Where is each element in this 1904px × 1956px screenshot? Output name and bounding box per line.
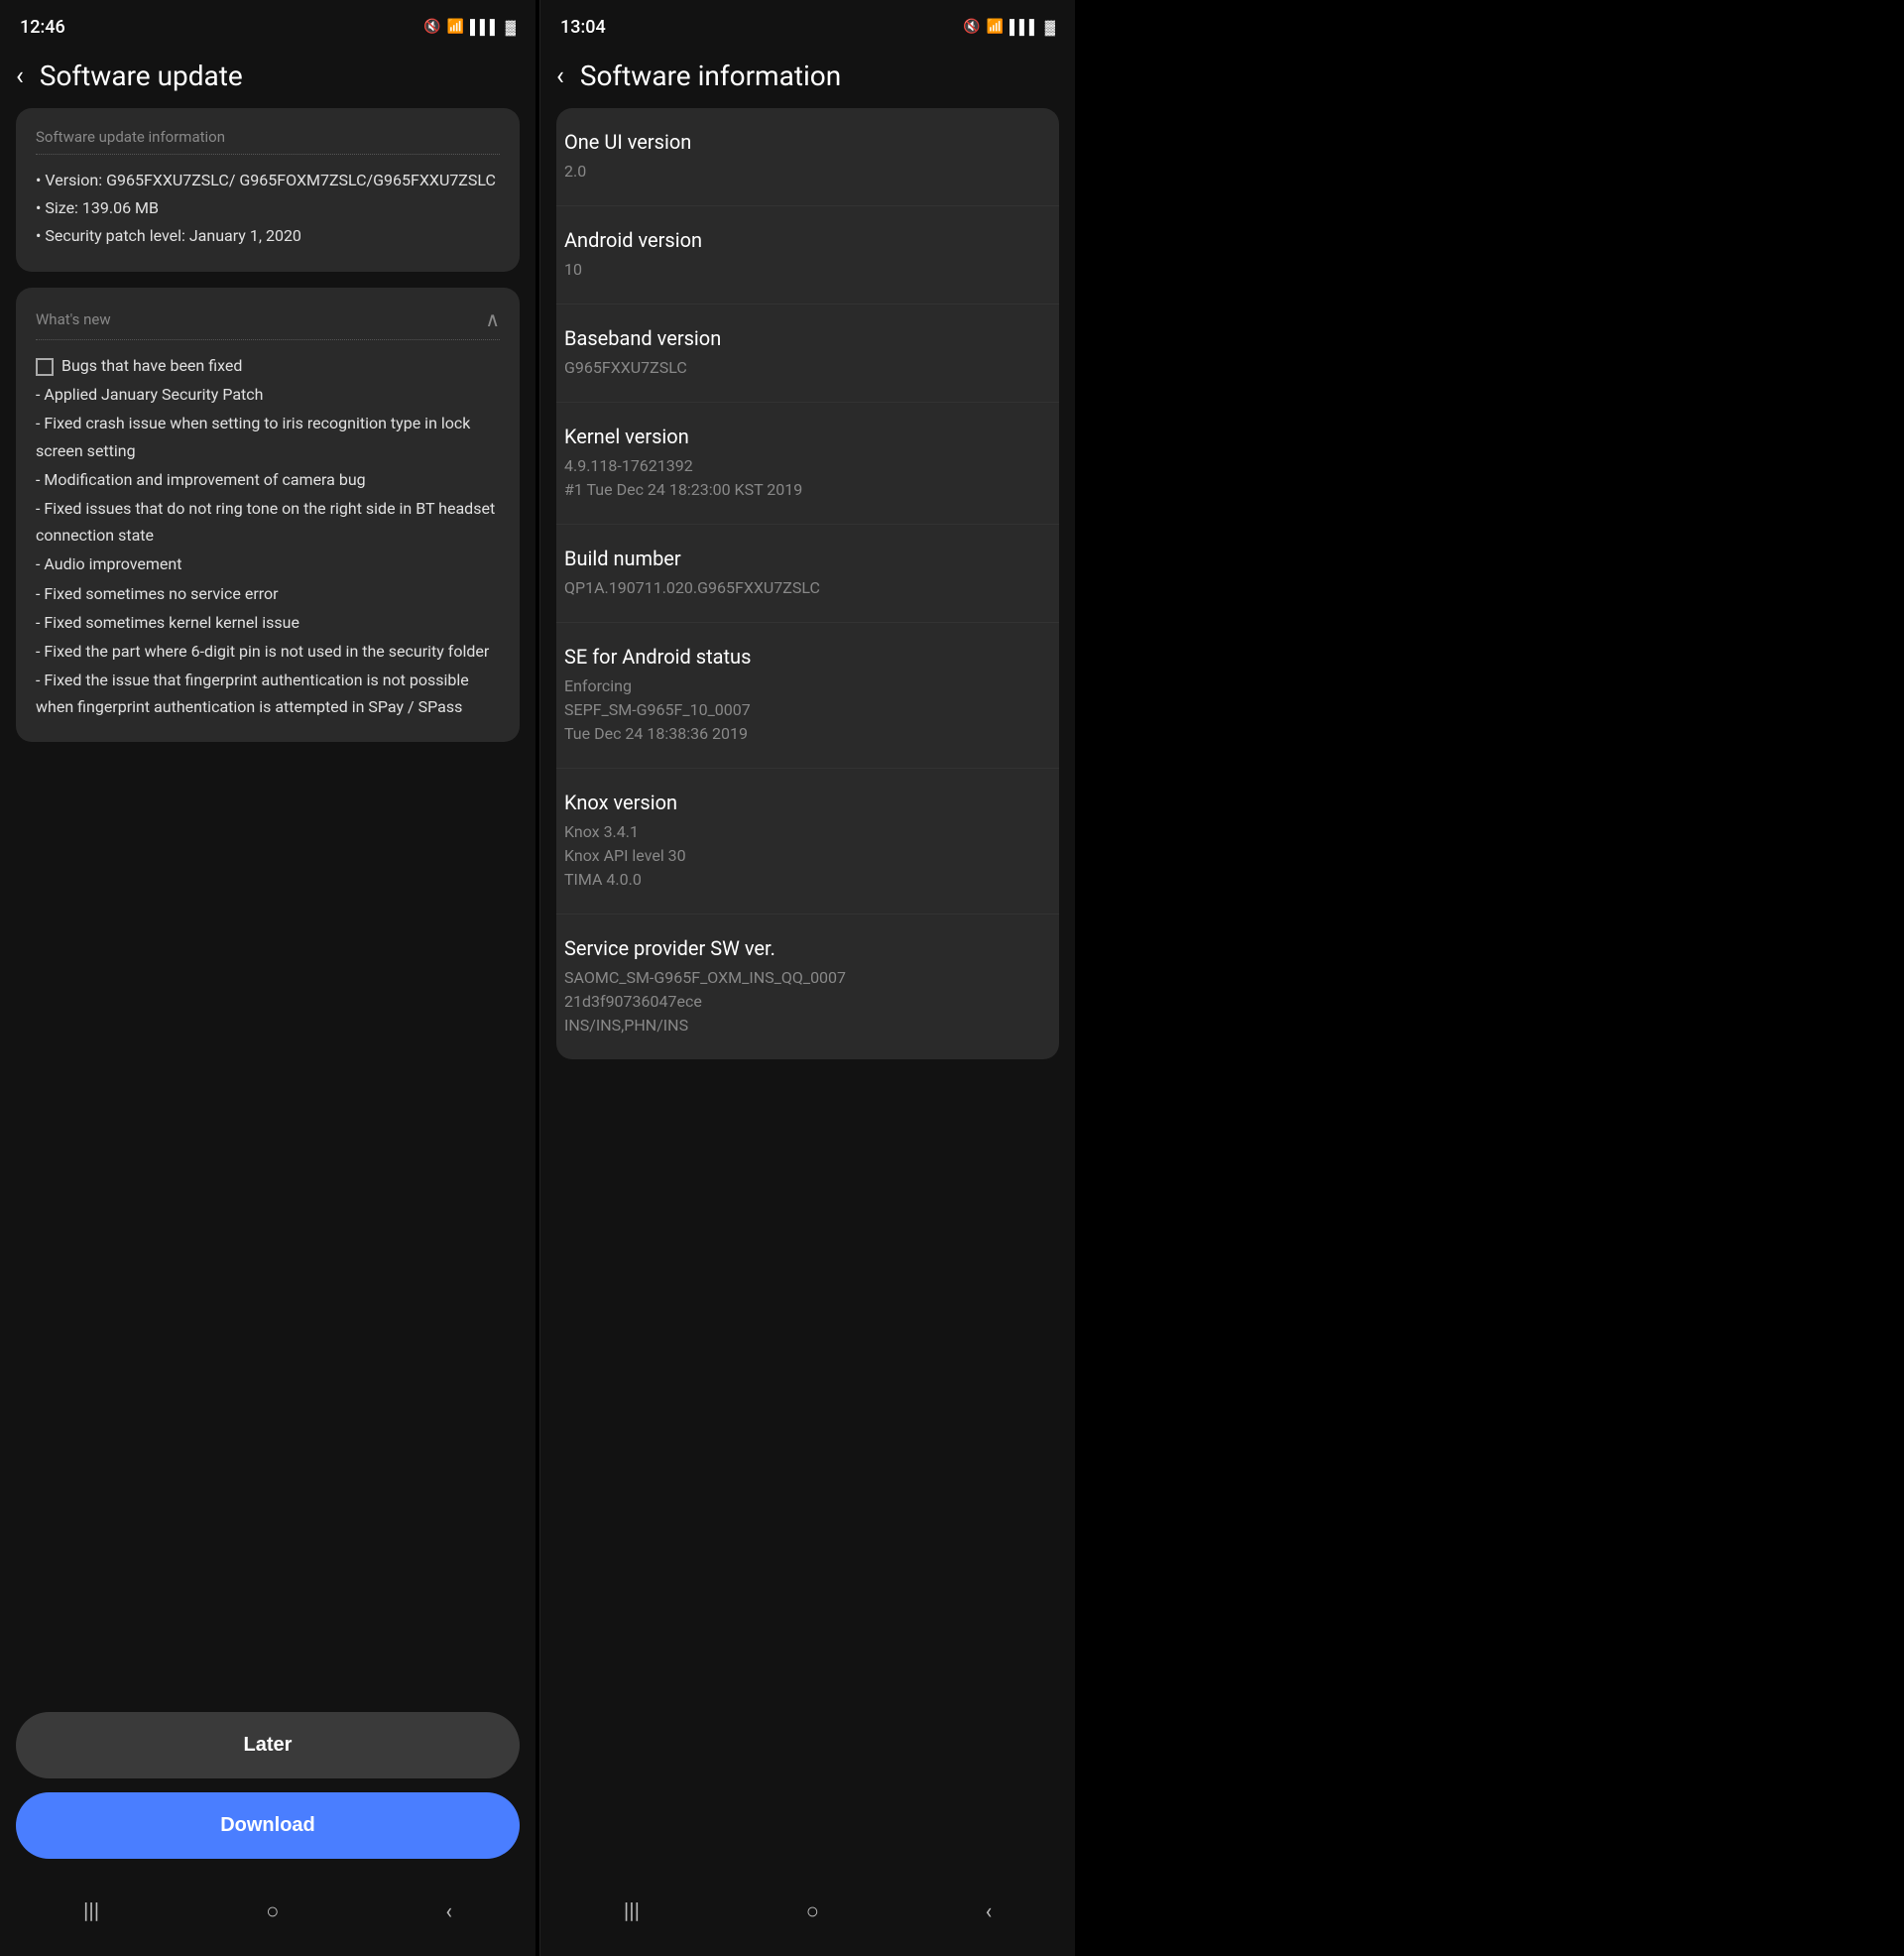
changelog-item: Bugs that have been fixed — [36, 352, 500, 379]
battery-icon: ▓ — [506, 19, 516, 36]
right-back-button[interactable]: ‹ — [556, 61, 564, 91]
right-page-title: Software information — [580, 60, 841, 92]
whats-new-title: What's new — [36, 310, 111, 328]
info-section-item: Android version 10 — [556, 206, 1059, 305]
info-section-label: SE for Android status — [564, 645, 1051, 669]
info-section-value: 10 — [564, 258, 1051, 282]
left-status-time: 12:46 — [20, 17, 65, 38]
info-section-value: 4.9.118-17621392 #1 Tue Dec 24 18:23:00 … — [564, 454, 1051, 502]
home-icon[interactable]: ○ — [242, 1891, 302, 1932]
changelog-item: - Fixed the part where 6-digit pin is no… — [36, 638, 500, 665]
info-section-label: One UI version — [564, 130, 1051, 154]
left-content: Software update information • Version: G… — [0, 108, 536, 1692]
chevron-up-icon[interactable]: ∧ — [485, 307, 500, 331]
size-info: • Size: 139.06 MB — [36, 196, 500, 220]
info-section-item: Knox version Knox 3.4.1 Knox API level 30… — [556, 769, 1059, 915]
left-status-icons: 🔇 📶 ▌▌▌ ▓ — [423, 19, 516, 36]
right-status-bar: 13:04 🔇 📶 ▌▌▌ ▓ — [540, 0, 1075, 50]
signal-icon: ▌▌▌ — [470, 19, 500, 36]
info-section-item: Build number QP1A.190711.020.G965FXXU7ZSL… — [556, 525, 1059, 623]
info-section-item: SE for Android status Enforcing SEPF_SM-G… — [556, 623, 1059, 769]
right-battery-icon: ▓ — [1045, 19, 1055, 36]
later-button[interactable]: Later — [16, 1712, 520, 1778]
info-section-item: Baseband version G965FXXU7ZSLC — [556, 305, 1059, 403]
right-back-nav-icon[interactable]: ‹ — [962, 1892, 1016, 1932]
changelog-item: - Modification and improvement of camera… — [36, 466, 500, 493]
info-section-item: Kernel version 4.9.118-17621392 #1 Tue De… — [556, 403, 1059, 525]
info-section-item: Service provider SW ver. SAOMC_SM-G965F_O… — [556, 915, 1059, 1059]
info-section-value: G965FXXU7ZSLC — [564, 356, 1051, 380]
left-page-title: Software update — [40, 60, 243, 92]
changelog-item: - Fixed issues that do not ring tone on … — [36, 495, 500, 549]
back-nav-icon[interactable]: ‹ — [421, 1892, 476, 1932]
right-mute-icon: 🔇 — [963, 19, 980, 35]
menu-icon[interactable]: ||| — [60, 1892, 123, 1932]
right-bottom-nav: ||| ○ ‹ — [540, 1875, 1075, 1956]
left-phone-screen: 12:46 🔇 📶 ▌▌▌ ▓ ‹ Software update Softwa… — [0, 0, 536, 1956]
right-status-icons: 🔇 📶 ▌▌▌ ▓ — [963, 19, 1055, 36]
changelog-content: Bugs that have been fixed - Applied Janu… — [36, 352, 500, 720]
info-section-label: Knox version — [564, 791, 1051, 814]
right-wifi-icon: 📶 — [987, 19, 1004, 35]
right-phone-screen: 13:04 🔇 📶 ▌▌▌ ▓ ‹ Software information O… — [539, 0, 1075, 1956]
info-section-label: Service provider SW ver. — [564, 936, 1051, 960]
left-status-bar: 12:46 🔇 📶 ▌▌▌ ▓ — [0, 0, 536, 50]
info-section-value: Knox 3.4.1 Knox API level 30 TIMA 4.0.0 — [564, 820, 1051, 892]
whats-new-header: What's new ∧ — [36, 307, 500, 340]
download-button[interactable]: Download — [16, 1792, 520, 1859]
changelog-item: - Applied January Security Patch — [36, 381, 500, 408]
changelog-item: - Fixed sometimes kernel kernel issue — [36, 609, 500, 636]
whats-new-card: What's new ∧ Bugs that have been fixed -… — [16, 288, 520, 742]
right-status-time: 13:04 — [560, 17, 606, 38]
info-section-label: Kernel version — [564, 425, 1051, 448]
info-section-item: One UI version 2.0 — [556, 108, 1059, 206]
mute-icon: 🔇 — [423, 19, 440, 35]
info-section-value: Enforcing SEPF_SM-G965F_10_0007 Tue Dec … — [564, 674, 1051, 746]
update-info-card: Software update information • Version: G… — [16, 108, 520, 272]
wifi-icon: 📶 — [447, 19, 464, 35]
info-section-label: Build number — [564, 547, 1051, 570]
update-info-section-title: Software update information — [36, 128, 500, 155]
info-section-value: 2.0 — [564, 160, 1051, 183]
version-info: • Version: G965FXXU7ZSLC/ G965FOXM7ZSLC/… — [36, 169, 500, 192]
right-home-icon[interactable]: ○ — [782, 1891, 843, 1932]
changelog-item: - Audio improvement — [36, 550, 500, 577]
left-back-button[interactable]: ‹ — [16, 61, 24, 91]
info-section-value: SAOMC_SM-G965F_OXM_INS_QQ_0007 21d3f9073… — [564, 966, 1051, 1038]
info-section-value: QP1A.190711.020.G965FXXU7ZSLC — [564, 576, 1051, 600]
left-nav-bar: ‹ Software update — [0, 50, 536, 108]
changelog-item: - Fixed the issue that fingerprint authe… — [36, 667, 500, 720]
info-section-label: Android version — [564, 228, 1051, 252]
left-bottom-nav: ||| ○ ‹ — [0, 1875, 536, 1956]
right-menu-icon[interactable]: ||| — [600, 1892, 663, 1932]
software-info-card: One UI version 2.0 Android version 10 Baseba… — [556, 108, 1059, 1059]
changelog-item: - Fixed crash issue when setting to iris… — [36, 410, 500, 463]
security-info: • Security patch level: January 1, 2020 — [36, 224, 500, 248]
right-signal-icon: ▌▌▌ — [1010, 19, 1039, 36]
button-area: Later Download — [0, 1692, 536, 1875]
right-nav-bar: ‹ Software information — [540, 50, 1075, 108]
changelog-item: - Fixed sometimes no service error — [36, 580, 500, 607]
info-section-label: Baseband version — [564, 326, 1051, 350]
